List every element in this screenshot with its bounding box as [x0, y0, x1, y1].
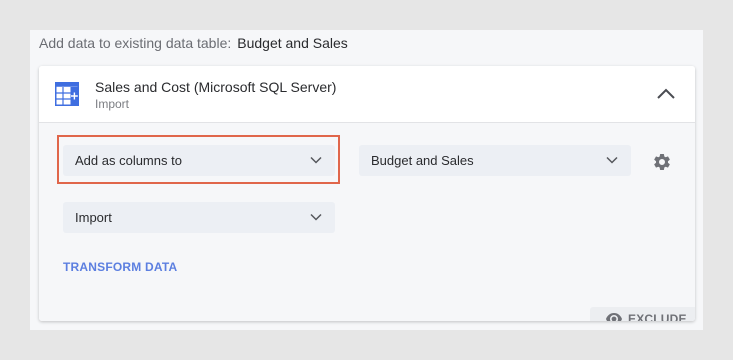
data-table-add-icon: [55, 82, 79, 106]
target-table-select[interactable]: Budget and Sales: [359, 145, 631, 176]
chevron-down-icon: [310, 156, 322, 164]
exclude-button[interactable]: EXCLUDE: [590, 307, 695, 321]
panel-heading: Add data to existing data table: Budget a…: [39, 34, 348, 52]
source-subtitle: Import: [95, 97, 130, 111]
target-table-value: Budget and Sales: [371, 153, 474, 168]
load-method-select[interactable]: Import: [63, 202, 335, 233]
chevron-down-icon: [606, 156, 618, 164]
load-method-value: Import: [75, 210, 112, 225]
transform-data-link[interactable]: TRANSFORM DATA: [63, 260, 177, 274]
chevron-down-icon: [310, 213, 322, 221]
source-card-body: Add as columns to Budget and Sales Impor…: [39, 123, 695, 321]
source-card-header[interactable]: Sales and Cost (Microsoft SQL Server) Im…: [39, 66, 695, 123]
collapse-chevron-up-icon[interactable]: [651, 80, 681, 108]
add-data-panel: Add data to existing data table: Budget a…: [30, 30, 703, 330]
source-title: Sales and Cost (Microsoft SQL Server): [95, 79, 337, 95]
gear-icon[interactable]: [652, 152, 672, 172]
exclude-label: EXCLUDE: [628, 312, 687, 321]
add-mode-select[interactable]: Add as columns to: [63, 145, 335, 176]
eye-icon: [606, 313, 622, 321]
heading-prefix: Add data to existing data table:: [39, 35, 232, 51]
heading-table-name: Budget and Sales: [237, 35, 348, 51]
source-card: Sales and Cost (Microsoft SQL Server) Im…: [39, 66, 695, 321]
add-mode-value: Add as columns to: [75, 153, 182, 168]
